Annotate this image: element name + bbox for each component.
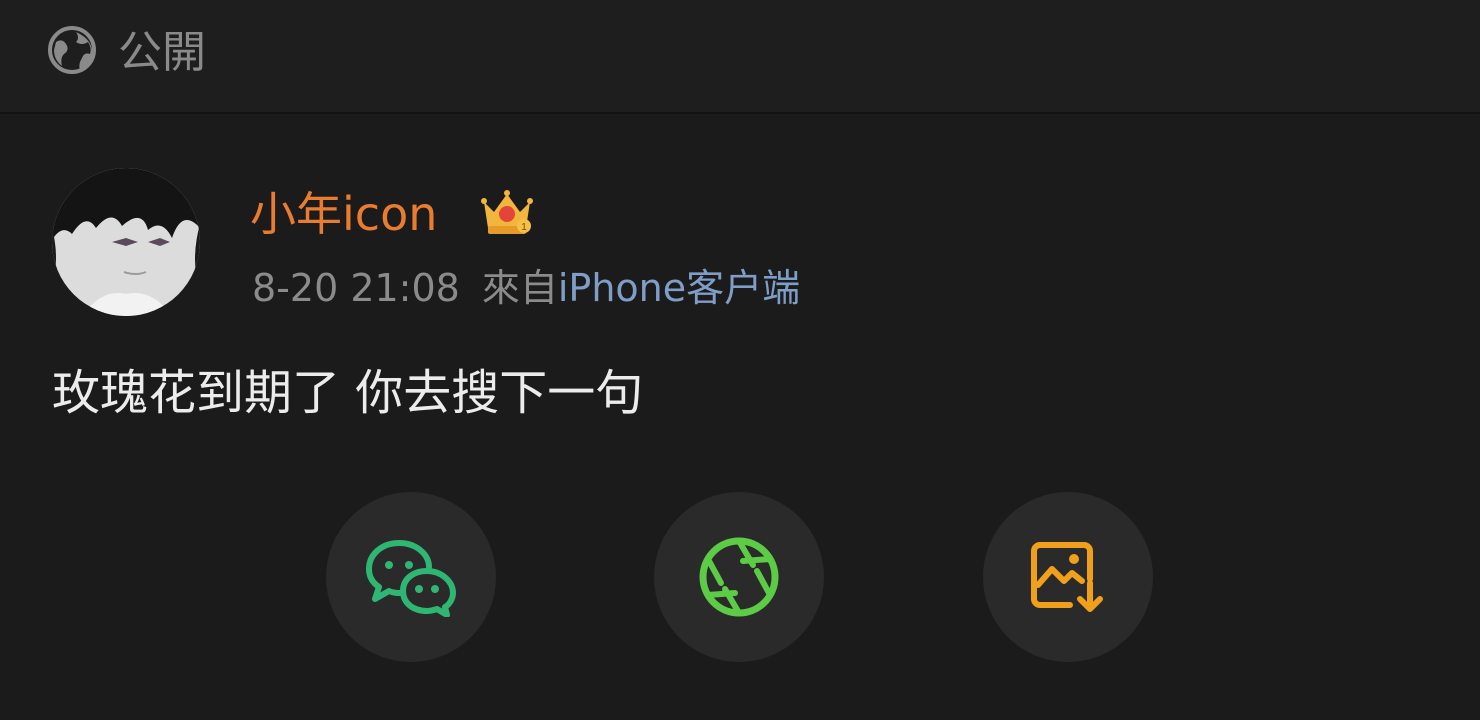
visibility-label[interactable]: 公開 <box>118 27 206 79</box>
share-moments-button[interactable] <box>654 492 824 662</box>
post-meta: 8-20 21:08 來自iPhone客户端 <box>252 264 800 312</box>
crown-badge-icon[interactable]: 1 <box>480 188 534 238</box>
source-prefix: 來自 <box>481 266 558 310</box>
moments-icon <box>697 535 781 619</box>
share-wechat-button[interactable] <box>326 492 496 662</box>
source-link[interactable]: iPhone客户端 <box>558 266 800 310</box>
save-image-icon <box>1030 539 1106 615</box>
globe-icon <box>46 24 98 76</box>
post-text: 玫瑰花到期了 你去搜下一句 <box>52 365 644 421</box>
post-timestamp: 8-20 21:08 <box>252 266 460 310</box>
save-image-button[interactable] <box>983 492 1153 662</box>
avatar[interactable] <box>52 168 200 316</box>
svg-text:1: 1 <box>521 222 527 233</box>
author-name[interactable]: 小年icon <box>250 186 437 242</box>
wechat-icon <box>365 537 457 617</box>
header-bar: 公開 <box>0 0 1480 114</box>
